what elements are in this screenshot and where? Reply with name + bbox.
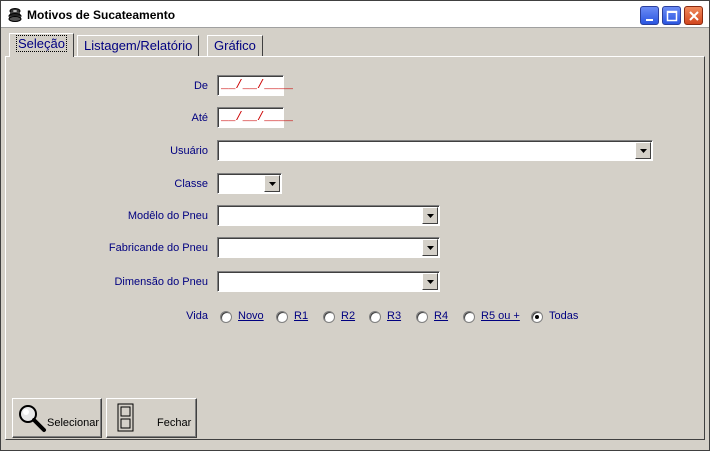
close-icon [689,11,699,21]
de-label: De [193,80,208,92]
chevron-down-icon [427,214,434,218]
de-date-input[interactable]: __/__/____ [217,75,293,96]
tab-grafico[interactable]: Gráfico [207,35,263,57]
vida-radio-r3-label: R3 [387,310,402,322]
modelo-dropdown-button[interactable] [422,207,438,224]
tab-selecao[interactable]: Seleção [9,33,74,57]
classe-combobox[interactable] [217,173,282,194]
vida-radio-r4-label: R4 [434,310,449,322]
fabricante-label: Fabricande do Pneu [108,242,208,254]
modelo-combobox[interactable] [217,205,440,226]
vida-radio-r5-label: R5 ou + [481,310,520,322]
magnifier-icon [19,405,46,432]
selecionar-label: Selecionar [47,417,99,429]
radio-circle [416,311,428,323]
vida-label: Vida [186,310,208,322]
vida-radio-r1-label: R1 [294,310,309,322]
usuario-combobox[interactable] [217,140,653,161]
fabricante-dropdown-button[interactable] [422,239,438,256]
tab-listagem-label: Listagem/Relatório [84,38,193,53]
vida-radio-novo-label: Novo [238,310,264,322]
radio-circle [323,311,335,323]
tire-stack-icon [8,8,22,22]
radio-circle [276,311,288,323]
main-window: Motivos de Sucateamento Seleção Listagem… [0,0,710,451]
ate-date-input[interactable]: __/__/____ [217,107,293,128]
fechar-button[interactable]: Fechar [106,398,197,438]
classe-dropdown-button[interactable] [264,175,280,192]
dimensao-label: Dimensão do Pneu [114,276,208,288]
selecionar-button[interactable]: Selecionar [12,398,102,438]
chevron-down-icon [427,280,434,284]
usuario-dropdown-button[interactable] [635,142,651,159]
modelo-label: Modêlo do Pneu [127,210,208,222]
vida-radio-group: Novo R1 R2 R3 R4 R5 ou + Todas [220,309,600,325]
chevron-down-icon [427,246,434,250]
ate-label: Até [191,112,208,124]
radio-circle [463,311,475,323]
title-bar[interactable]: Motivos de Sucateamento [1,1,709,28]
chevron-down-icon [640,149,647,153]
maximize-icon [666,10,678,22]
chevron-down-icon [269,182,276,186]
classe-label: Classe [174,178,208,190]
radio-circle-selected [531,311,543,323]
tab-selecao-label: Seleção [16,35,67,52]
close-button[interactable] [684,6,703,25]
radio-circle [369,311,381,323]
vida-radio-todas-label: Todas [549,310,579,322]
dimensao-dropdown-button[interactable] [422,273,438,290]
minimize-button[interactable] [640,6,659,25]
vida-radio-r2-label: R2 [341,310,356,322]
fabricante-combobox[interactable] [217,237,440,258]
tab-grafico-label: Gráfico [214,38,256,53]
minimize-icon [646,19,653,21]
usuario-label: Usuário [170,145,208,157]
dimensao-combobox[interactable] [217,271,440,292]
tab-listagem-relatorio[interactable]: Listagem/Relatório [77,35,200,57]
door-icon [117,403,134,432]
fechar-label: Fechar [157,417,192,429]
radio-circle [220,311,232,323]
window-title: Motivos de Sucateamento [27,8,176,22]
maximize-button[interactable] [662,6,681,25]
